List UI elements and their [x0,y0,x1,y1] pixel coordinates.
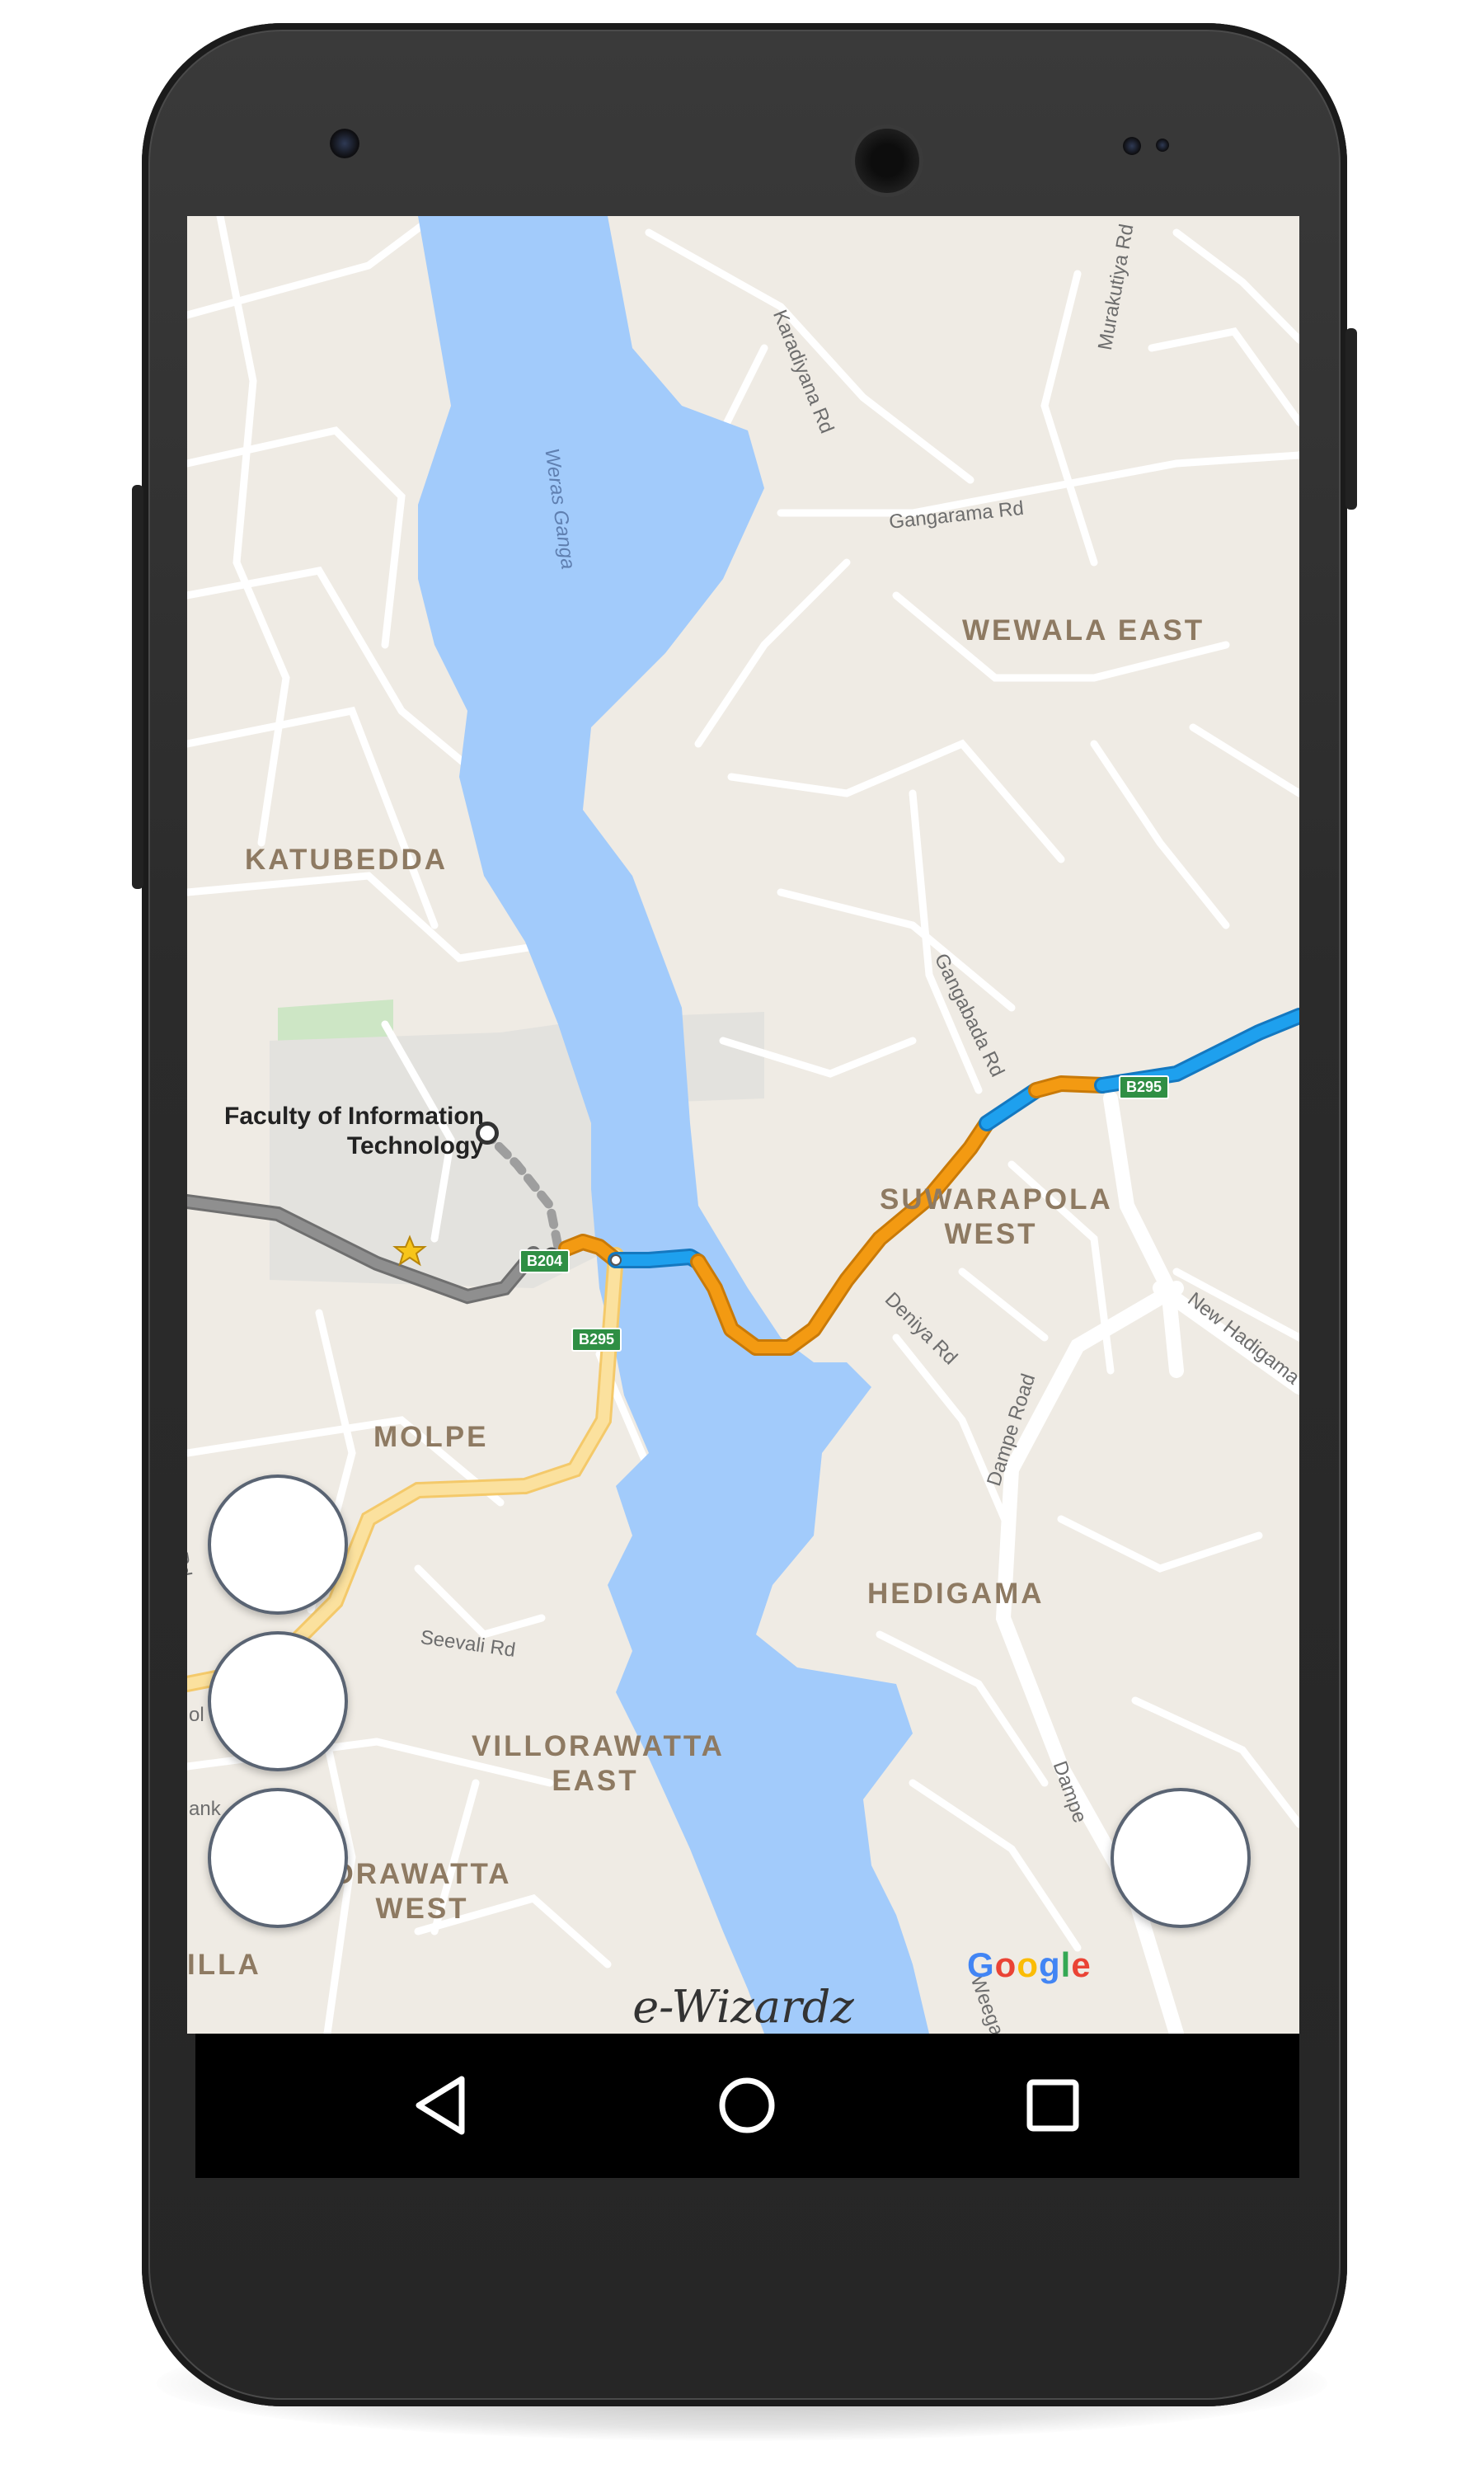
place-label: WEWALA EAST [962,614,1205,647]
place-label-text: DRAWATTA WEST [332,1858,512,1925]
route-shield: B295 [571,1328,622,1352]
poi-label-line1: Faculty of Information [224,1103,484,1130]
place-label: DRAWATTA WEST [319,1857,525,1926]
back-button[interactable] [404,2068,478,2142]
place-label: ILLA [187,1949,261,1981]
place-label-text: VILLORAWATTA EAST [472,1730,725,1797]
floating-action-button-3[interactable] [208,1788,348,1928]
road-label: ol [189,1704,204,1726]
road-label: ank [189,1798,221,1820]
volume-button [132,485,143,889]
back-icon [416,2076,465,2135]
recents-button[interactable] [1016,2068,1090,2142]
floating-action-button-1[interactable] [208,1475,348,1615]
home-button[interactable] [710,2068,784,2142]
home-icon [719,2077,775,2133]
sensor-icon [1156,139,1169,152]
recents-icon [1026,2079,1079,2132]
poi-marker-icon[interactable] [476,1122,499,1145]
earpiece-speaker-icon [855,129,919,193]
route-shield: B204 [519,1249,571,1273]
place-label: VILLORAWATTA EAST [472,1729,725,1799]
floating-action-button-4[interactable] [1111,1788,1251,1928]
map-view[interactable]: WEWALA EAST KATUBEDDA SUWARAPOLA WEST MO… [187,216,1299,2034]
watermark: e-Wizardz [632,1981,854,2033]
google-logo: Google [967,1945,1092,1984]
sensor-icon [1123,137,1141,155]
front-camera-icon [330,129,359,158]
floating-action-button-2[interactable] [208,1631,348,1771]
route-shield: B295 [1119,1075,1170,1099]
poi-label: Faculty of Information Technology [204,1102,484,1161]
place-label-text: SUWARAPOLA WEST [880,1183,1113,1250]
place-label: HEDIGAMA [867,1578,1045,1610]
place-label: KATUBEDDA [245,844,448,876]
navigation-bar [195,2034,1299,2178]
place-label: SUWARAPOLA WEST [880,1183,1113,1252]
power-button [1345,328,1357,510]
poi-label-line2: Technology [346,1132,484,1159]
place-label: MOLPE [373,1421,489,1453]
